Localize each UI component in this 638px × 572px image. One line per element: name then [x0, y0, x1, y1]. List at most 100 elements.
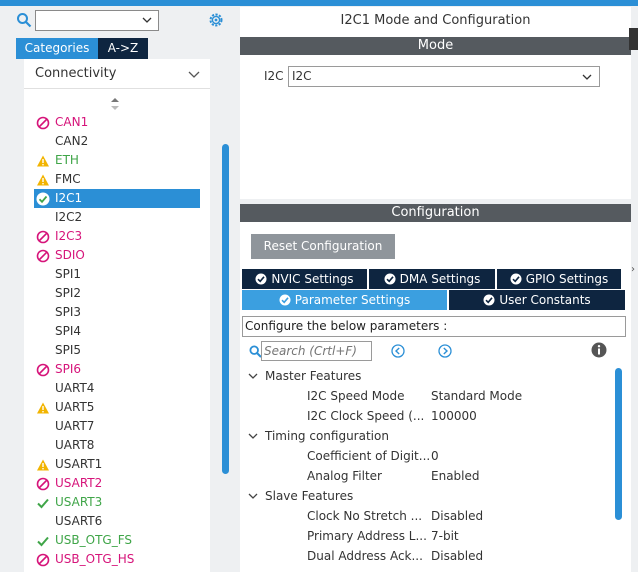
blocked-icon — [36, 249, 50, 263]
sidebar-item-label: SPI5 — [55, 343, 82, 357]
sidebar-item-label: UART7 — [55, 419, 95, 433]
check-icon — [37, 536, 49, 547]
sidebar-item-spi3[interactable]: SPI3 — [24, 303, 210, 322]
chevron-down-icon[interactable] — [581, 71, 593, 83]
right-panel: I2C1 Mode and Configuration Mode I2C I2C… — [233, 6, 638, 572]
tree-group[interactable]: Master Features — [240, 366, 610, 386]
sidebar-item-i2c1[interactable]: I2C1 — [34, 189, 200, 208]
sidebar-item-usart2[interactable]: USART2 — [24, 474, 210, 493]
tree-group-label: Timing configuration — [265, 429, 389, 443]
tab-categories[interactable]: Categories — [16, 38, 98, 59]
search-combo[interactable] — [35, 10, 159, 31]
sidebar-item-label: SPI6 — [55, 362, 82, 376]
sidebar-item-uart5[interactable]: UART5 — [24, 398, 210, 417]
tab-label: User Constants — [499, 293, 591, 307]
parameter-value[interactable]: 0 — [431, 446, 439, 466]
tab-parameter-settings[interactable]: Parameter Settings — [242, 290, 447, 310]
tab-dma-settings[interactable]: DMA Settings — [369, 269, 495, 289]
sort-icon[interactable] — [110, 97, 120, 111]
tree-group[interactable]: Slave Features — [240, 486, 610, 506]
parameter-value[interactable]: 100000 — [431, 406, 477, 426]
parameter-value[interactable]: Enabled — [431, 466, 480, 486]
previous-arrow-icon[interactable] — [391, 344, 405, 358]
warning-icon — [37, 174, 49, 186]
sidebar-item-i2c3[interactable]: I2C3 — [24, 227, 210, 246]
chevron-down-icon[interactable] — [188, 68, 200, 80]
sidebar-item-sdio[interactable]: SDIO — [24, 246, 210, 265]
sidebar-item-label: SPI2 — [55, 286, 82, 300]
i2c-label: I2C — [264, 69, 284, 83]
gear-icon[interactable] — [207, 11, 225, 29]
next-arrow-icon[interactable] — [438, 344, 452, 358]
tree-parameter-row[interactable]: I2C Speed Mode Standard Mode — [240, 386, 610, 406]
parameter-value[interactable]: Disabled — [431, 546, 483, 566]
sidebar-item-spi1[interactable]: SPI1 — [24, 265, 210, 284]
sidebar-item-usart6[interactable]: USART6 — [24, 512, 210, 531]
sidebar-item-label: UART5 — [55, 400, 95, 414]
parameter-value[interactable]: Disabled — [431, 506, 483, 526]
chevron-down-icon[interactable] — [248, 491, 258, 501]
collapse-arrow-icon[interactable]: › — [631, 264, 635, 275]
sidebar-item-usb-otg-hs[interactable]: USB_OTG_HS — [24, 550, 210, 569]
sidebar-item-label: ETH — [55, 153, 79, 167]
check-circle-icon — [255, 273, 267, 285]
parameter-value[interactable]: Standard Mode — [431, 386, 522, 406]
tree-parameter-row[interactable]: Primary Address L... 7-bit — [240, 526, 610, 546]
tree-group[interactable]: Timing configuration — [240, 426, 610, 446]
sidebar-item-label: UART4 — [55, 381, 95, 395]
peripheral-items: CAN1 CAN2 ETH FMC I2C1 I2C2 I2C3 SDIO SPI1 SPI2 SP… — [24, 113, 210, 569]
sidebar-item-fmc[interactable]: FMC — [24, 170, 210, 189]
tree-parameter-row[interactable]: Clock No Stretch ... Disabled — [240, 506, 610, 526]
tree-parameter-row[interactable]: I2C Clock Speed (... 100000 — [240, 406, 610, 426]
tab-nvic-settings[interactable]: NVIC Settings — [242, 269, 367, 289]
parameter-tree: Master Features I2C Speed Mode Standard Mo… — [240, 366, 610, 566]
sidebar-item-spi2[interactable]: SPI2 — [24, 284, 210, 303]
left-scrollbar[interactable] — [222, 144, 229, 474]
config-tabs-row1: NVIC Settings DMA Settings GPIO Settings — [242, 269, 623, 289]
tab-label: NVIC Settings — [271, 272, 354, 286]
category-dropdown[interactable]: Connectivity — [24, 59, 210, 89]
parameter-value[interactable]: 7-bit — [431, 526, 459, 546]
reset-configuration-button[interactable]: Reset Configuration — [251, 234, 395, 259]
tab-user-constants[interactable]: User Constants — [449, 290, 625, 310]
parameter-search[interactable] — [261, 341, 372, 361]
tab-a-z[interactable]: A->Z — [98, 38, 148, 59]
sidebar-item-label: USART6 — [55, 514, 103, 528]
sidebar-item-spi4[interactable]: SPI4 — [24, 322, 210, 341]
tab-gpio-settings[interactable]: GPIO Settings — [497, 269, 621, 289]
sidebar-item-usart1[interactable]: USART1 — [24, 455, 210, 474]
check-circle-icon — [483, 294, 495, 306]
sidebar-item-eth[interactable]: ETH — [24, 151, 210, 170]
sidebar-item-label: SPI3 — [55, 305, 82, 319]
info-text-field: Configure the below parameters : — [242, 316, 626, 337]
parameter-search-input[interactable] — [262, 342, 370, 360]
sidebar-item-uart7[interactable]: UART7 — [24, 417, 210, 436]
chevron-down-icon[interactable] — [141, 14, 153, 26]
sidebar-item-spi6[interactable]: SPI6 — [24, 360, 210, 379]
sidebar-item-can1[interactable]: CAN1 — [24, 113, 210, 132]
tab-label: GPIO Settings — [525, 272, 609, 286]
check-circle-icon — [36, 192, 50, 206]
parameter-scrollbar[interactable] — [615, 368, 622, 520]
info-icon[interactable] — [591, 342, 607, 358]
sidebar-item-uart8[interactable]: UART8 — [24, 436, 210, 455]
sidebar-item-label: CAN2 — [55, 134, 89, 148]
sidebar-item-uart4[interactable]: UART4 — [24, 379, 210, 398]
sidebar-item-usart3[interactable]: USART3 — [24, 493, 210, 512]
tree-parameter-row[interactable]: Analog Filter Enabled — [240, 466, 610, 486]
i2c-mode-value: I2C — [292, 69, 312, 83]
sidebar-item-usb-otg-fs[interactable]: USB_OTG_FS — [24, 531, 210, 550]
sidebar-item-i2c2[interactable]: I2C2 — [24, 208, 210, 227]
configuration-header: Configuration — [240, 204, 631, 222]
check-icon — [37, 498, 49, 509]
sidebar-item-label: CAN1 — [55, 115, 89, 129]
warning-icon — [37, 402, 49, 414]
sidebar-item-spi5[interactable]: SPI5 — [24, 341, 210, 360]
i2c-mode-select[interactable]: I2C — [288, 66, 600, 87]
category-list: Connectivity CAN1 CAN2 ETH FMC I2C1 I2C2 I2C3 S… — [24, 59, 210, 572]
tree-parameter-row[interactable]: Dual Address Ack... Disabled — [240, 546, 610, 566]
chevron-down-icon[interactable] — [248, 371, 258, 381]
tree-parameter-row[interactable]: Coefficient of Digit... 0 — [240, 446, 610, 466]
chevron-down-icon[interactable] — [248, 431, 258, 441]
sidebar-item-can2[interactable]: CAN2 — [24, 132, 210, 151]
